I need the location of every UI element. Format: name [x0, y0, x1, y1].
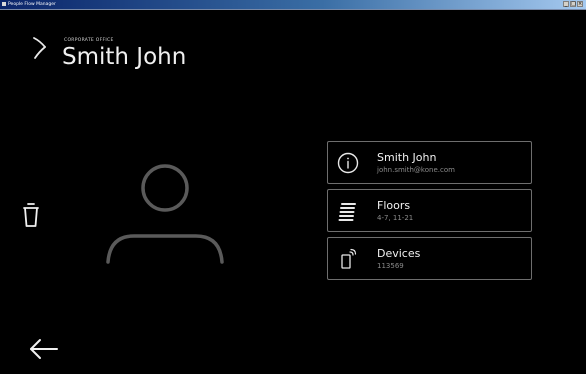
maximize-button[interactable]: □	[570, 1, 576, 7]
card-title: Devices	[377, 247, 421, 260]
person-icon	[106, 164, 224, 264]
back-arrow-icon[interactable]	[28, 338, 60, 360]
page-title: Smith John	[62, 44, 187, 70]
floors-card[interactable]: Floors 4-7, 11-21	[327, 189, 532, 232]
floors-icon	[338, 203, 356, 221]
card-subtitle: john.smith@kone.com	[377, 166, 455, 174]
info-icon	[337, 152, 359, 174]
window-title: People Flow Manager	[8, 2, 56, 7]
devices-card[interactable]: Devices 113569	[327, 237, 532, 280]
user-info-card[interactable]: Smith John john.smith@kone.com	[327, 141, 532, 184]
app-window: People Flow Manager _ □ × CORPORATE OFFI…	[0, 0, 586, 374]
location-label: CORPORATE OFFICE	[64, 38, 114, 43]
card-subtitle: 4-7, 11-21	[377, 214, 414, 222]
title-bar: People Flow Manager _ □ ×	[0, 0, 586, 10]
close-button[interactable]: ×	[577, 1, 583, 7]
card-title: Smith John	[377, 151, 437, 164]
card-title: Floors	[377, 199, 411, 212]
trash-icon[interactable]	[20, 199, 42, 229]
minimize-button[interactable]: _	[563, 1, 569, 7]
device-icon	[341, 248, 357, 269]
app-icon	[2, 2, 6, 6]
window-controls: _ □ ×	[563, 1, 583, 7]
card-subtitle: 113569	[377, 262, 404, 270]
kone-mark-icon	[33, 37, 46, 59]
